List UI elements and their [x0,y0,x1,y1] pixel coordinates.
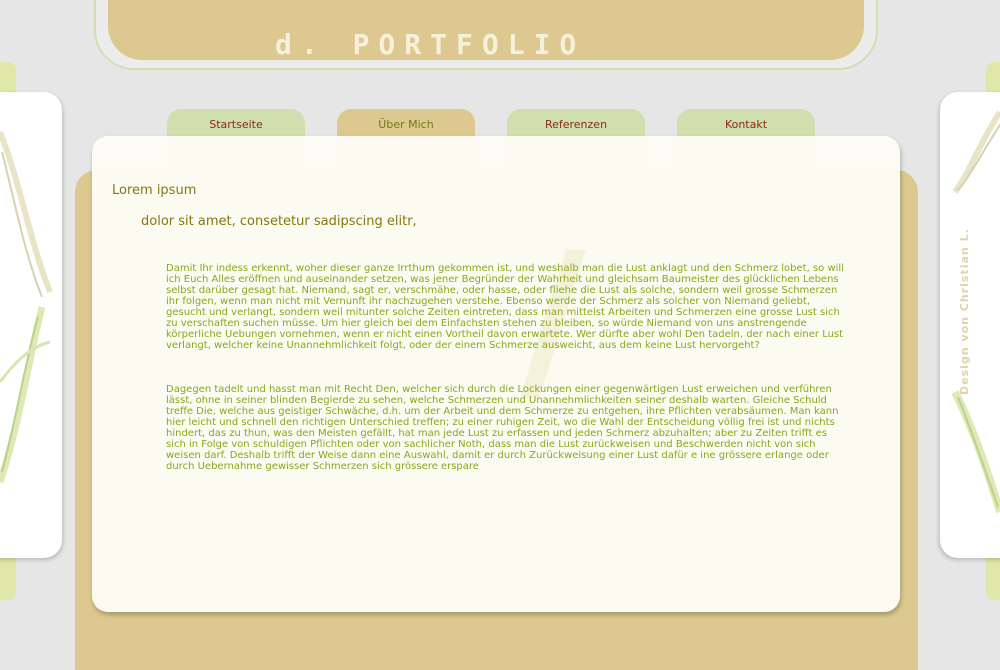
body-paragraph: Damit Ihr indess erkennt, woher dieser g… [166,263,844,351]
main-content-card [92,136,900,612]
site-logo: d. PORTFOLIO [275,28,586,61]
grass-decoration-left [0,130,53,484]
page-subtitle: dolor sit amet, consetetur sadipscing el… [141,214,417,229]
designer-credit: Design von Christian L. [958,228,971,395]
body-paragraph: Dagegen tadelt und hasst man mit Recht D… [166,384,839,472]
page-title: Lorem ipsum [112,183,197,198]
left-decor-panel [0,92,62,558]
